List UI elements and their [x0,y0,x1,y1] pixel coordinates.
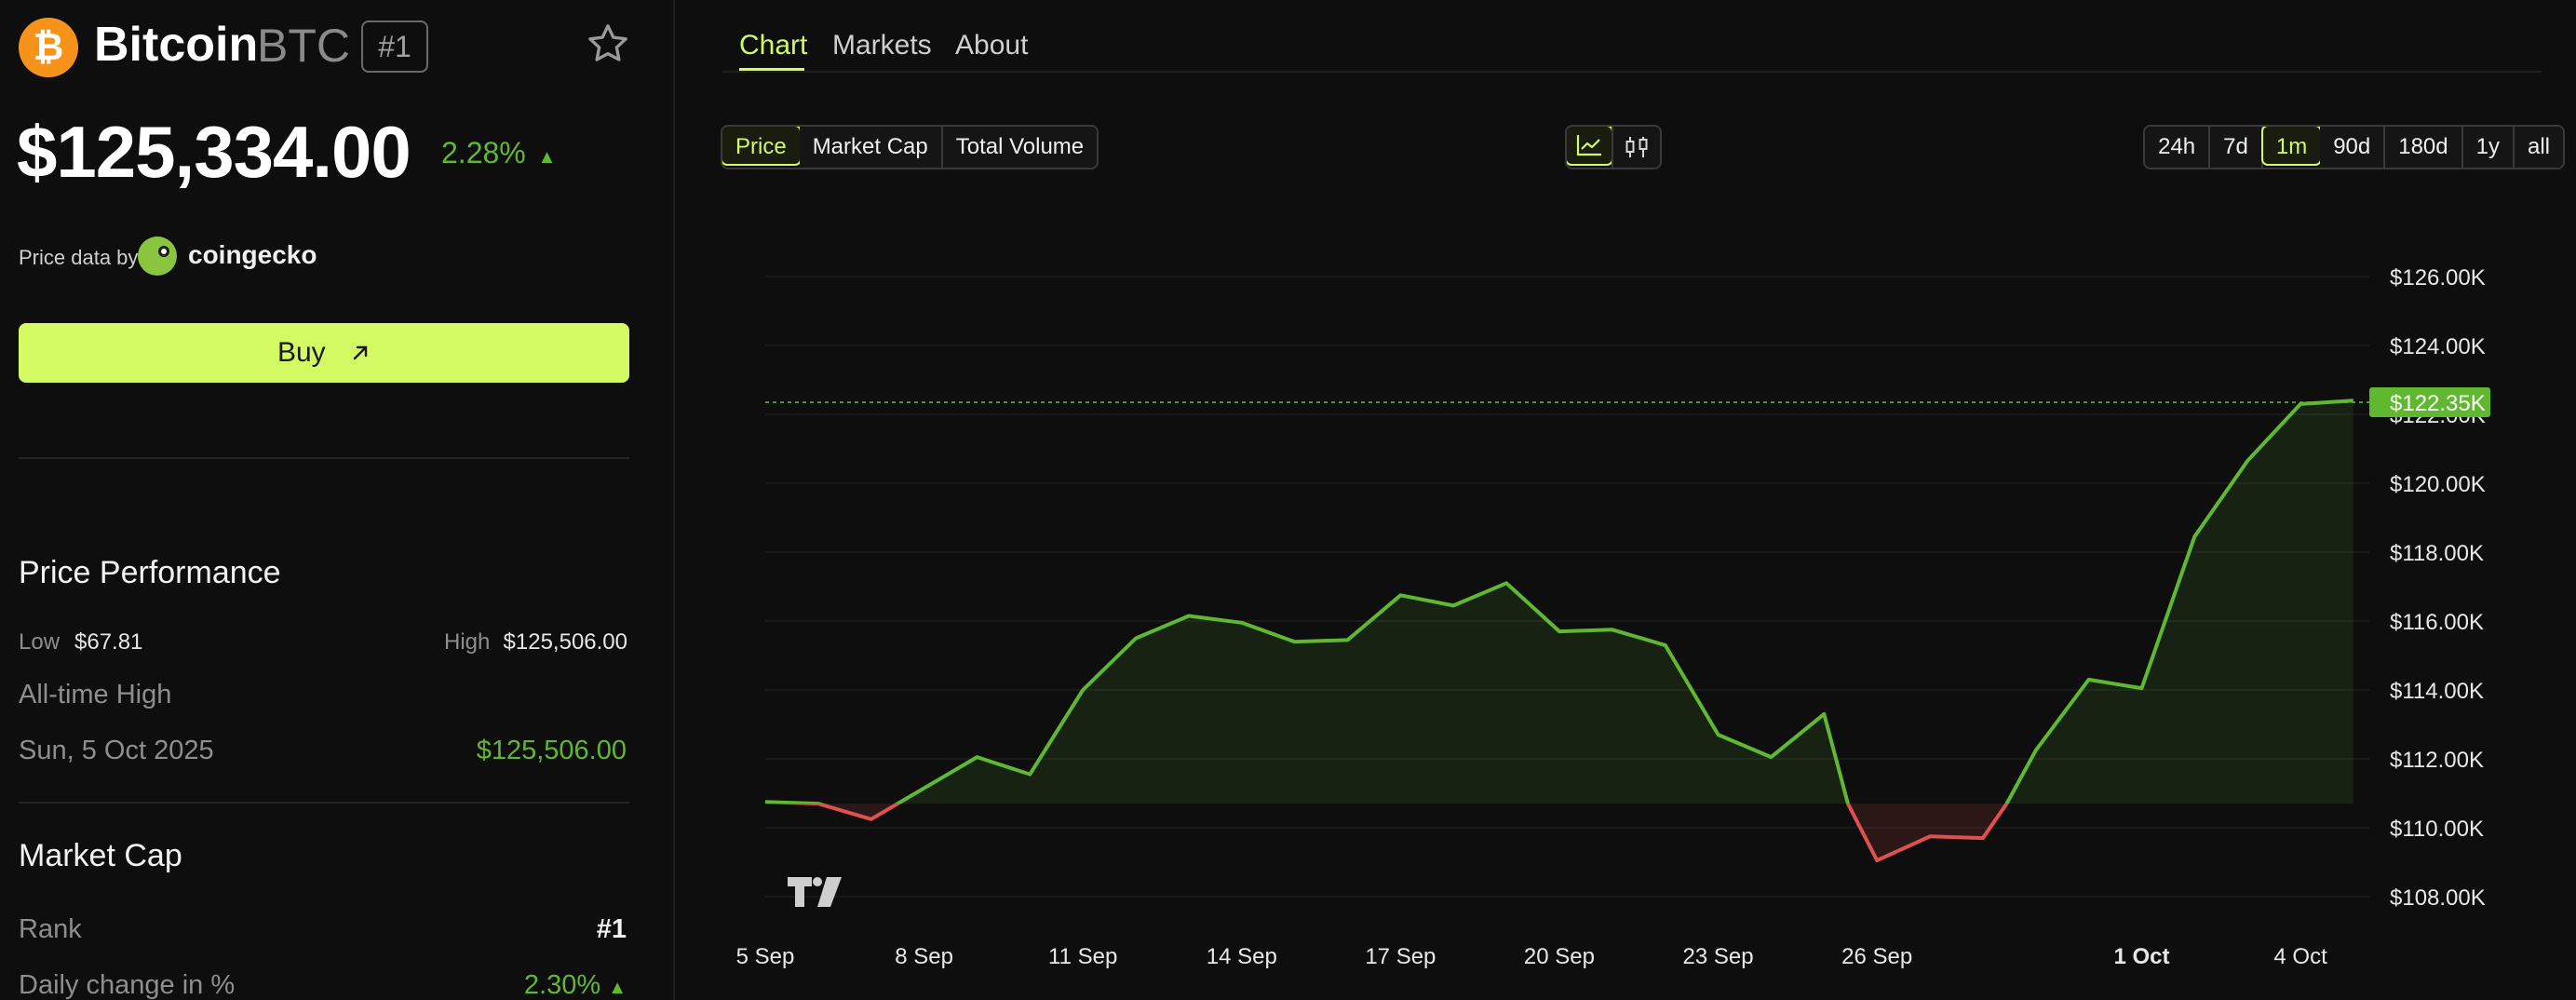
y-tick-label: $114.00K [2390,679,2484,704]
y-tick-label: $108.00K [2390,885,2486,911]
x-tick-label: 20 Sep [1524,944,1595,969]
x-tick-label: 8 Sep [895,944,953,969]
current-price-tag: $122.35K [2369,387,2490,418]
x-tick-label: 14 Sep [1207,944,1277,969]
y-axis: $108.00K $110.00K $112.00K $114.00K $116.00K… [2390,265,2486,911]
y-tick-label: $120.00K [2390,472,2486,497]
y-tick-label: $126.00K [2390,265,2486,291]
y-tick-label: $112.00K [2390,748,2484,773]
x-tick-label: 5 Sep [736,944,795,969]
current-price-tag-label: $122.35K [2390,391,2486,416]
x-tick-label: 11 Sep [1048,944,1117,969]
x-tick-label: 1 Oct [2113,944,2169,969]
x-tick-label: 26 Sep [1841,944,1912,969]
x-axis: 5 Sep 8 Sep 11 Sep 14 Sep 17 Sep 20 Sep 23 Sep… [736,944,2327,969]
tradingview-logo-icon[interactable] [788,877,842,907]
price-chart[interactable]: $108.00K $110.00K $112.00K $114.00K $116.00K… [0,0,2576,1000]
y-tick-label: $110.00K [2390,817,2484,842]
x-tick-label: 23 Sep [1683,944,1754,969]
y-tick-label: $124.00K [2390,334,2486,359]
y-tick-label: $116.00K [2390,610,2484,635]
x-tick-label: 17 Sep [1365,944,1436,969]
x-tick-label: 4 Oct [2273,944,2327,969]
y-tick-label: $118.00K [2390,541,2484,566]
